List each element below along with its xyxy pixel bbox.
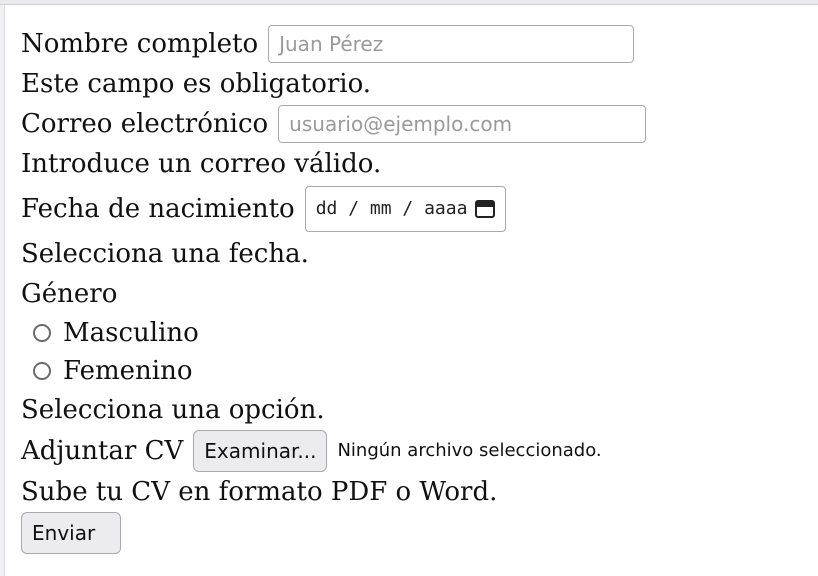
calendar-icon[interactable] [475,200,496,218]
cv-message: Sube tu CV en formato PDF o Word. [21,477,498,507]
submit-row: Enviar [21,512,811,554]
birthdate-input[interactable]: dd / mm / aaaa [304,186,507,232]
gender-option-femenino[interactable]: Femenino [21,352,811,390]
name-input[interactable]: Juan Pérez [268,25,635,63]
radio-button-masculino[interactable] [33,324,51,342]
window-left-border [0,5,5,576]
radio-button-femenino[interactable] [33,362,51,380]
email-row: Correo electrónico usuario@ejemplo.com [21,104,811,144]
cv-row: Adjuntar CV Examinar... Ningún archivo s… [21,430,811,472]
name-message: Este campo es obligatorio. [21,69,372,99]
application-form: Nombre completo Juan Pérez Este campo es… [21,24,811,554]
window-top-border [0,0,818,5]
email-label: Correo electrónico [21,109,269,139]
email-placeholder: usuario@ejemplo.com [289,112,513,136]
birthdate-message: Selecciona una fecha. [21,239,309,269]
gender-option-masculino[interactable]: Masculino [21,314,811,352]
gender-label: Género [21,279,118,309]
email-message: Introduce un correo válido. [21,149,382,179]
birthdate-placeholder: dd / mm / aaaa [315,198,468,219]
gender-message: Selecciona una opción. [21,395,325,425]
gender-option-label: Femenino [63,356,193,386]
name-label: Nombre completo [21,29,259,59]
cv-label: Adjuntar CV [21,436,184,466]
gender-option-label: Masculino [63,318,199,348]
file-status: Ningún archivo seleccionado. [337,440,602,461]
email-input[interactable]: usuario@ejemplo.com [278,105,647,143]
name-placeholder: Juan Pérez [279,32,384,56]
birthdate-row: Fecha de nacimiento dd / mm / aaaa [21,184,811,234]
browse-button[interactable]: Examinar... [193,430,328,472]
submit-button[interactable]: Enviar [21,512,121,554]
name-row: Nombre completo Juan Pérez [21,24,811,64]
birthdate-label: Fecha de nacimiento [21,194,295,224]
